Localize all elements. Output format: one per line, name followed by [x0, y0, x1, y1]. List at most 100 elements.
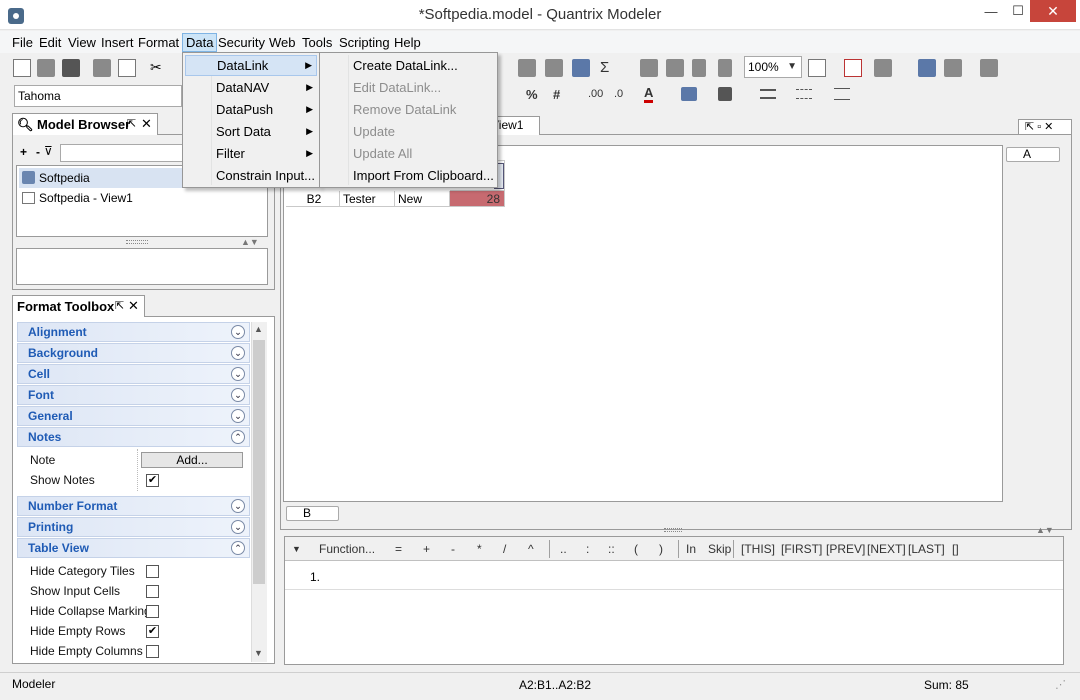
- function-button[interactable]: Function...: [319, 542, 375, 556]
- section-font[interactable]: Font ⌄: [17, 385, 250, 405]
- menu-security[interactable]: Security: [215, 33, 268, 52]
- minimize-button[interactable]: —: [976, 0, 1006, 22]
- insert-rows-icon[interactable]: [640, 59, 658, 77]
- menu-item-sort-data[interactable]: Sort Data ▶: [185, 121, 317, 142]
- scroll-down-icon[interactable]: ▼: [254, 648, 263, 658]
- ref-first[interactable]: [FIRST]: [781, 542, 822, 556]
- menu-item-import-from-clipboard[interactable]: Import From Clipboard...: [322, 165, 496, 186]
- menu-file[interactable]: File: [9, 33, 36, 52]
- filter-icon[interactable]: ⊽: [44, 144, 53, 158]
- open-folder-icon[interactable]: [37, 59, 55, 77]
- op-minus[interactable]: -: [451, 542, 455, 556]
- close-panel-icon[interactable]: ✕: [141, 116, 152, 132]
- font-color-icon[interactable]: A: [644, 86, 654, 103]
- insert-columns-icon[interactable]: [666, 59, 684, 77]
- show-notes-checkbox[interactable]: ✔: [146, 474, 159, 487]
- insert-table-icon[interactable]: [518, 59, 536, 77]
- section-cell[interactable]: Cell ⌄: [17, 364, 250, 384]
- section-general[interactable]: General ⌄: [17, 406, 250, 426]
- model-browser-tab[interactable]: 🔍︎ Model Browser ⇱ ✕: [12, 113, 158, 135]
- add-icon[interactable]: +: [20, 145, 27, 159]
- copy-format-icon[interactable]: [918, 59, 936, 77]
- menu-edit[interactable]: Edit: [36, 33, 64, 52]
- category-tile-b[interactable]: B: [286, 506, 339, 521]
- ref-prev[interactable]: [PREV]: [826, 542, 865, 556]
- percent-format-button[interactable]: %: [526, 87, 538, 102]
- tree-item-view[interactable]: Softpedia - View1: [19, 188, 267, 208]
- op-divide[interactable]: /: [503, 542, 506, 556]
- print-icon[interactable]: [93, 59, 111, 77]
- op-colon[interactable]: :: [586, 542, 589, 556]
- save-icon[interactable]: [62, 59, 80, 77]
- chevron-down-icon[interactable]: ⌄: [231, 388, 245, 402]
- show-input-cells-checkbox[interactable]: [146, 585, 159, 598]
- grid-cell[interactable]: New: [395, 191, 450, 207]
- add-note-button[interactable]: Add...: [141, 452, 243, 468]
- ref-next[interactable]: [NEXT]: [867, 542, 906, 556]
- ref-last[interactable]: [LAST]: [908, 542, 945, 556]
- sum-icon[interactable]: Σ: [600, 59, 609, 76]
- menu-web[interactable]: Web: [266, 33, 299, 52]
- chevron-down-icon[interactable]: ⌄: [231, 367, 245, 381]
- chevron-up-icon[interactable]: ⌃: [231, 541, 245, 555]
- hide-empty-columns-checkbox[interactable]: [146, 645, 159, 658]
- group-icon[interactable]: [980, 59, 998, 77]
- menu-format[interactable]: Format: [135, 33, 182, 52]
- op-multiply[interactable]: *: [477, 542, 482, 556]
- section-printing[interactable]: Printing ⌄: [17, 517, 250, 537]
- new-file-icon[interactable]: [13, 59, 31, 77]
- number-format-button[interactable]: #: [553, 87, 560, 102]
- splitter-handle[interactable]: [126, 240, 148, 244]
- chevron-down-icon[interactable]: ⌄: [231, 520, 245, 534]
- border-style-icon[interactable]: [760, 89, 776, 99]
- decrease-decimal-button[interactable]: .0: [614, 88, 623, 100]
- view-layout-icon[interactable]: [808, 59, 826, 77]
- scroll-up-icon[interactable]: ▲: [254, 324, 263, 334]
- font-select[interactable]: Tahoma: [14, 85, 182, 107]
- menu-insert[interactable]: Insert: [98, 33, 137, 52]
- view-window-controls[interactable]: ⇱▫✕: [1018, 119, 1072, 135]
- category-tile-a[interactable]: A: [1006, 147, 1060, 162]
- format-toolbox-tab[interactable]: Format Toolbox ⇱ ✕: [12, 295, 145, 317]
- line-style-icon[interactable]: [796, 89, 812, 99]
- formula-line[interactable]: 1.: [285, 562, 1063, 590]
- insert-image-icon[interactable]: [572, 59, 590, 77]
- row-header-b2[interactable]: B2: [286, 191, 340, 207]
- arrange-icon[interactable]: [944, 59, 962, 77]
- close-panel-icon[interactable]: ✕: [128, 298, 139, 314]
- menu-scripting[interactable]: Scripting: [336, 33, 393, 52]
- line-spacing-icon[interactable]: [834, 88, 850, 100]
- print-preview-icon[interactable]: [118, 59, 136, 77]
- section-number-format[interactable]: Number Format ⌄: [17, 496, 250, 516]
- collapse-arrows-icon[interactable]: ▲▼: [1036, 525, 1054, 535]
- section-table-view[interactable]: Table View ⌃: [17, 538, 250, 558]
- menu-item-filter[interactable]: Filter ▶: [185, 143, 317, 164]
- border-color-icon[interactable]: [718, 87, 732, 101]
- ref-empty[interactable]: []: [952, 542, 959, 556]
- toolbox-scroll-thumb[interactable]: [253, 340, 265, 584]
- section-alignment[interactable]: Alignment ⌄: [17, 322, 250, 342]
- menu-item-datanav[interactable]: DataNAV ▶: [185, 77, 317, 98]
- op-power[interactable]: ^: [528, 542, 534, 556]
- cube-icon[interactable]: [874, 59, 892, 77]
- op-open-paren[interactable]: (: [634, 542, 638, 556]
- pin-icon[interactable]: ⇱: [127, 117, 136, 130]
- op-double-colon[interactable]: ::: [608, 542, 615, 556]
- chevron-down-icon[interactable]: ⌄: [231, 325, 245, 339]
- chevron-down-icon[interactable]: ⌄: [231, 346, 245, 360]
- frame-icon[interactable]: [844, 59, 862, 77]
- insert-chart-icon[interactable]: [545, 59, 563, 77]
- increase-decimal-button[interactable]: .00: [588, 88, 603, 100]
- menu-help[interactable]: Help: [391, 33, 424, 52]
- pin-icon[interactable]: ⇱: [115, 299, 124, 312]
- split-vertical-icon[interactable]: [718, 59, 732, 77]
- section-notes[interactable]: Notes ⌃: [17, 427, 250, 447]
- chevron-down-icon[interactable]: ⌄: [231, 499, 245, 513]
- hide-category-tiles-checkbox[interactable]: [146, 565, 159, 578]
- op-skip[interactable]: Skip: [708, 542, 731, 556]
- menu-tools[interactable]: Tools: [299, 33, 335, 52]
- ref-this[interactable]: [THIS]: [741, 542, 775, 556]
- close-window-button[interactable]: ✕: [1030, 0, 1076, 22]
- menu-item-datapush[interactable]: DataPush ▶: [185, 99, 317, 120]
- resize-grip-icon[interactable]: ⋰: [1055, 678, 1066, 691]
